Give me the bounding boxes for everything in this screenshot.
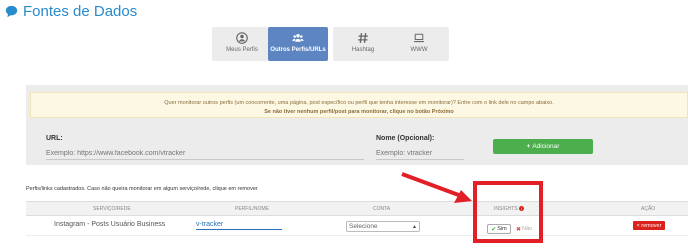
add-button-label: Adicionar	[532, 143, 560, 150]
col-service: SERVIÇO/REDE	[93, 206, 131, 212]
step-hashtag[interactable]: Hashtag	[333, 27, 393, 61]
annotation-arrow-icon	[401, 172, 472, 203]
name-label: Nome (Opcional):	[376, 135, 435, 142]
info-notice: Quer monitorar outros perfis (um concorr…	[30, 92, 688, 118]
col-account: CONTA	[373, 206, 391, 212]
step-label: WWW	[410, 47, 428, 53]
name-input[interactable]	[376, 148, 464, 160]
hashtag-icon	[358, 33, 368, 43]
notice-line-bold: Se não tiver nenhum perfil/post para mon…	[264, 109, 454, 115]
url-label: URL:	[46, 135, 63, 142]
step-outros-perfis[interactable]: Outros Perfis/URLs	[268, 27, 328, 61]
col-action: AÇÃO	[641, 206, 656, 212]
step-www[interactable]: WWW	[389, 27, 449, 61]
notice-line: Quer monitorar outros perfis (um concorr…	[164, 100, 554, 106]
add-button[interactable]: + Adicionar	[493, 139, 593, 154]
users-icon	[292, 34, 304, 42]
chat-bubble-icon	[5, 5, 18, 18]
col-profile: PERFIL/NOME	[235, 206, 269, 212]
step-label: Outros Perfis/URLs	[270, 47, 326, 53]
step-meus-perfis[interactable]: Meus Perfis	[212, 27, 272, 61]
row-profile-link[interactable]: v-tracker	[196, 221, 282, 230]
step-label: Meus Perfis	[226, 47, 258, 53]
remove-label: remover	[641, 222, 662, 229]
row-service: Instagram - Posts Usuário Business	[54, 221, 166, 228]
account-select-value: Selecione	[349, 223, 378, 230]
plus-icon: +	[526, 143, 531, 150]
page-title: Fontes de Dados	[5, 3, 137, 20]
step-label: Hashtag	[351, 47, 375, 53]
user-icon	[236, 32, 248, 44]
annotation-highlight-box	[473, 181, 543, 243]
select-caret-icon: ▲	[412, 223, 417, 230]
laptop-icon	[413, 33, 425, 43]
table-caption: Perfis/links cadastrados. Caso não queir…	[26, 186, 258, 192]
page-title-text: Fontes de Dados	[23, 3, 138, 20]
account-select[interactable]: Selecione ▲	[346, 221, 420, 232]
url-input[interactable]	[46, 148, 364, 160]
remove-button[interactable]: × remover	[633, 221, 665, 230]
